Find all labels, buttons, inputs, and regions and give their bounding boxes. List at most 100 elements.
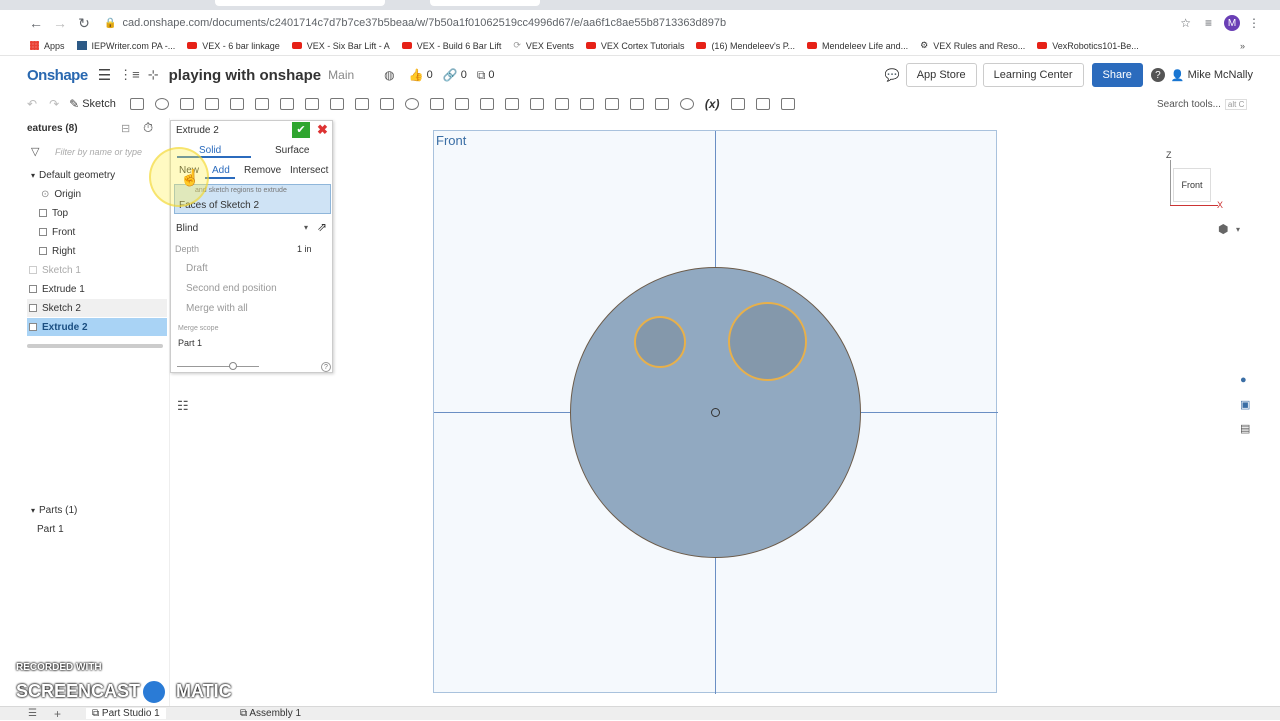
view-dropdown-icon[interactable]: ▾ bbox=[1236, 225, 1240, 234]
tree-item-right[interactable]: Right bbox=[27, 242, 167, 260]
op-add[interactable]: Add bbox=[212, 165, 230, 176]
bookmark[interactable]: VEX - Six Bar Lift - A bbox=[291, 41, 390, 51]
tab-part-studio-1[interactable]: ⧉ Part Studio 1 bbox=[86, 708, 166, 719]
undo-icon[interactable]: ↶ bbox=[27, 97, 37, 111]
back-icon[interactable]: ← bbox=[24, 15, 48, 31]
split-icon[interactable] bbox=[454, 98, 469, 110]
rollback-bar[interactable] bbox=[27, 344, 163, 348]
sketch-button[interactable]: Sketch bbox=[82, 98, 116, 110]
preview-slider-track[interactable] bbox=[177, 366, 259, 367]
tree-item-extrude-1[interactable]: Extrude 1 bbox=[27, 280, 167, 298]
view-cube-front-face[interactable]: Front bbox=[1173, 168, 1211, 202]
hamburger-menu-icon[interactable]: ☰ bbox=[98, 66, 111, 84]
bookmark[interactable]: (16) Mendeleev's P... bbox=[696, 41, 795, 51]
mirror-icon[interactable] bbox=[404, 98, 419, 110]
appearance-icon[interactable]: ● bbox=[1240, 374, 1247, 386]
share-button[interactable]: Share bbox=[1091, 63, 1143, 87]
tab-surface[interactable]: Surface bbox=[275, 145, 309, 156]
merge-scope-value[interactable]: Part 1 bbox=[178, 338, 202, 348]
menu-icon[interactable]: ⋮ bbox=[1248, 16, 1260, 30]
helix-icon[interactable] bbox=[554, 98, 569, 110]
comment-icon[interactable]: 💬 bbox=[885, 68, 900, 82]
redo-icon[interactable]: ↷ bbox=[49, 97, 59, 111]
url-text[interactable]: cad.onshape.com/documents/c2401714c7d7b7… bbox=[122, 17, 1180, 29]
view-options-icon[interactable]: ⬢ bbox=[1218, 222, 1228, 236]
end-type-select[interactable]: Blind bbox=[176, 223, 198, 234]
view-cube[interactable]: Z X Front ⬢ ▾ bbox=[1140, 130, 1244, 240]
bookmark[interactable]: Mendeleev Life and... bbox=[807, 41, 908, 51]
star-icon[interactable]: ☆ bbox=[1180, 16, 1191, 30]
public-globe-icon[interactable]: ◍ bbox=[384, 68, 394, 82]
bookmark-apps[interactable]: Apps bbox=[0, 41, 65, 51]
extrude-icon[interactable] bbox=[129, 98, 144, 110]
fillet-icon[interactable] bbox=[254, 98, 269, 110]
sheet-metal-icon[interactable] bbox=[579, 98, 594, 110]
filter-icon[interactable]: ▽ bbox=[31, 145, 39, 158]
list-tabs-icon[interactable]: ☰ bbox=[28, 708, 37, 719]
filter-input[interactable]: Filter by name or type bbox=[55, 147, 142, 157]
bookmark[interactable]: VEX Cortex Tutorials bbox=[585, 41, 684, 51]
boolean-icon[interactable] bbox=[429, 98, 444, 110]
accept-check-icon[interactable]: ✔ bbox=[292, 122, 310, 138]
bookmark[interactable]: IEPWriter.com PA -... bbox=[76, 41, 175, 51]
chamfer-icon[interactable] bbox=[279, 98, 294, 110]
preview-slider-handle[interactable] bbox=[229, 362, 237, 370]
mate-connector-icon[interactable] bbox=[529, 98, 544, 110]
document-title[interactable]: playing with onshape bbox=[169, 67, 322, 84]
like-icon[interactable]: 👍 bbox=[409, 68, 424, 82]
second-end-checkbox[interactable]: Second end position bbox=[186, 283, 277, 294]
flip-direction-icon[interactable]: ⇗ bbox=[317, 220, 327, 234]
tree-item-origin[interactable]: ⊙ Origin bbox=[27, 185, 167, 203]
transform-icon[interactable] bbox=[479, 98, 494, 110]
help-icon[interactable]: ? bbox=[321, 362, 331, 372]
plane-icon[interactable] bbox=[504, 98, 519, 110]
insert-icon[interactable]: ⊹ bbox=[148, 67, 159, 83]
feature-studio-icon[interactable] bbox=[755, 98, 770, 110]
formula-icon[interactable]: (x) bbox=[705, 97, 720, 111]
collapse-icon[interactable]: ⊟ bbox=[121, 122, 130, 135]
draft-icon[interactable] bbox=[304, 98, 319, 110]
branch-label[interactable]: Main bbox=[328, 68, 354, 82]
bookmark[interactable]: VexRobotics101-Be... bbox=[1037, 41, 1139, 51]
list-icon[interactable]: ☷ bbox=[177, 398, 189, 414]
browser-tab[interactable] bbox=[430, 0, 540, 6]
tree-item-top[interactable]: Top bbox=[27, 204, 167, 222]
op-intersect[interactable]: Intersect bbox=[290, 165, 328, 176]
dropdown-arrow-icon[interactable]: ▾ bbox=[304, 223, 308, 232]
frame-icon[interactable] bbox=[604, 98, 619, 110]
learning-center-button[interactable]: Learning Center bbox=[982, 63, 1084, 87]
search-tools-input[interactable]: Search tools... alt C bbox=[1157, 95, 1253, 113]
shell-icon[interactable] bbox=[329, 98, 344, 110]
tree-item-part-1[interactable]: Part 1 bbox=[27, 520, 167, 538]
draft-checkbox[interactable]: Draft bbox=[186, 263, 208, 274]
tab-solid[interactable]: Solid bbox=[199, 145, 221, 156]
reload-icon[interactable]: ↻ bbox=[72, 15, 96, 32]
versions-icon[interactable]: ⧉ bbox=[477, 68, 486, 83]
onshape-logo[interactable]: Onshape bbox=[27, 67, 88, 84]
custom-feature-icon[interactable] bbox=[730, 98, 745, 110]
user-icon[interactable]: 👤 bbox=[1171, 69, 1185, 82]
sweep-icon[interactable] bbox=[179, 98, 194, 110]
cancel-x-icon[interactable]: ✖ bbox=[317, 122, 328, 138]
reading-list-icon[interactable]: ≡ bbox=[1205, 16, 1212, 30]
hole-icon[interactable] bbox=[354, 98, 369, 110]
section-view-icon[interactable] bbox=[679, 98, 694, 110]
filter-list-icon[interactable]: ⋮≡ bbox=[119, 67, 140, 83]
app-store-button[interactable]: App Store bbox=[905, 63, 977, 87]
revolve-icon[interactable] bbox=[154, 98, 169, 110]
more-bookmarks-icon[interactable]: » bbox=[1240, 41, 1245, 51]
loft-icon[interactable] bbox=[204, 98, 219, 110]
small-circle-region[interactable] bbox=[634, 316, 686, 368]
bookmark[interactable]: ⟳ VEX Events bbox=[513, 40, 574, 51]
merge-with-all-checkbox[interactable]: Merge with all bbox=[186, 303, 248, 314]
user-name[interactable]: Mike McNally bbox=[1188, 69, 1253, 81]
graphics-viewport[interactable]: Front bbox=[433, 130, 998, 694]
origin-marker[interactable] bbox=[711, 408, 720, 417]
variable-icon[interactable] bbox=[629, 98, 644, 110]
expand-toolbar-icon[interactable] bbox=[780, 98, 795, 110]
tab-assembly-1[interactable]: ⧉ Assembly 1 bbox=[234, 708, 307, 719]
parts-folder[interactable]: ▾ Parts (1) bbox=[27, 501, 167, 519]
help-icon[interactable]: ? bbox=[1150, 68, 1165, 82]
history-icon[interactable]: ⏱ bbox=[143, 120, 153, 136]
configurations-icon[interactable]: ▣ bbox=[1240, 398, 1250, 411]
